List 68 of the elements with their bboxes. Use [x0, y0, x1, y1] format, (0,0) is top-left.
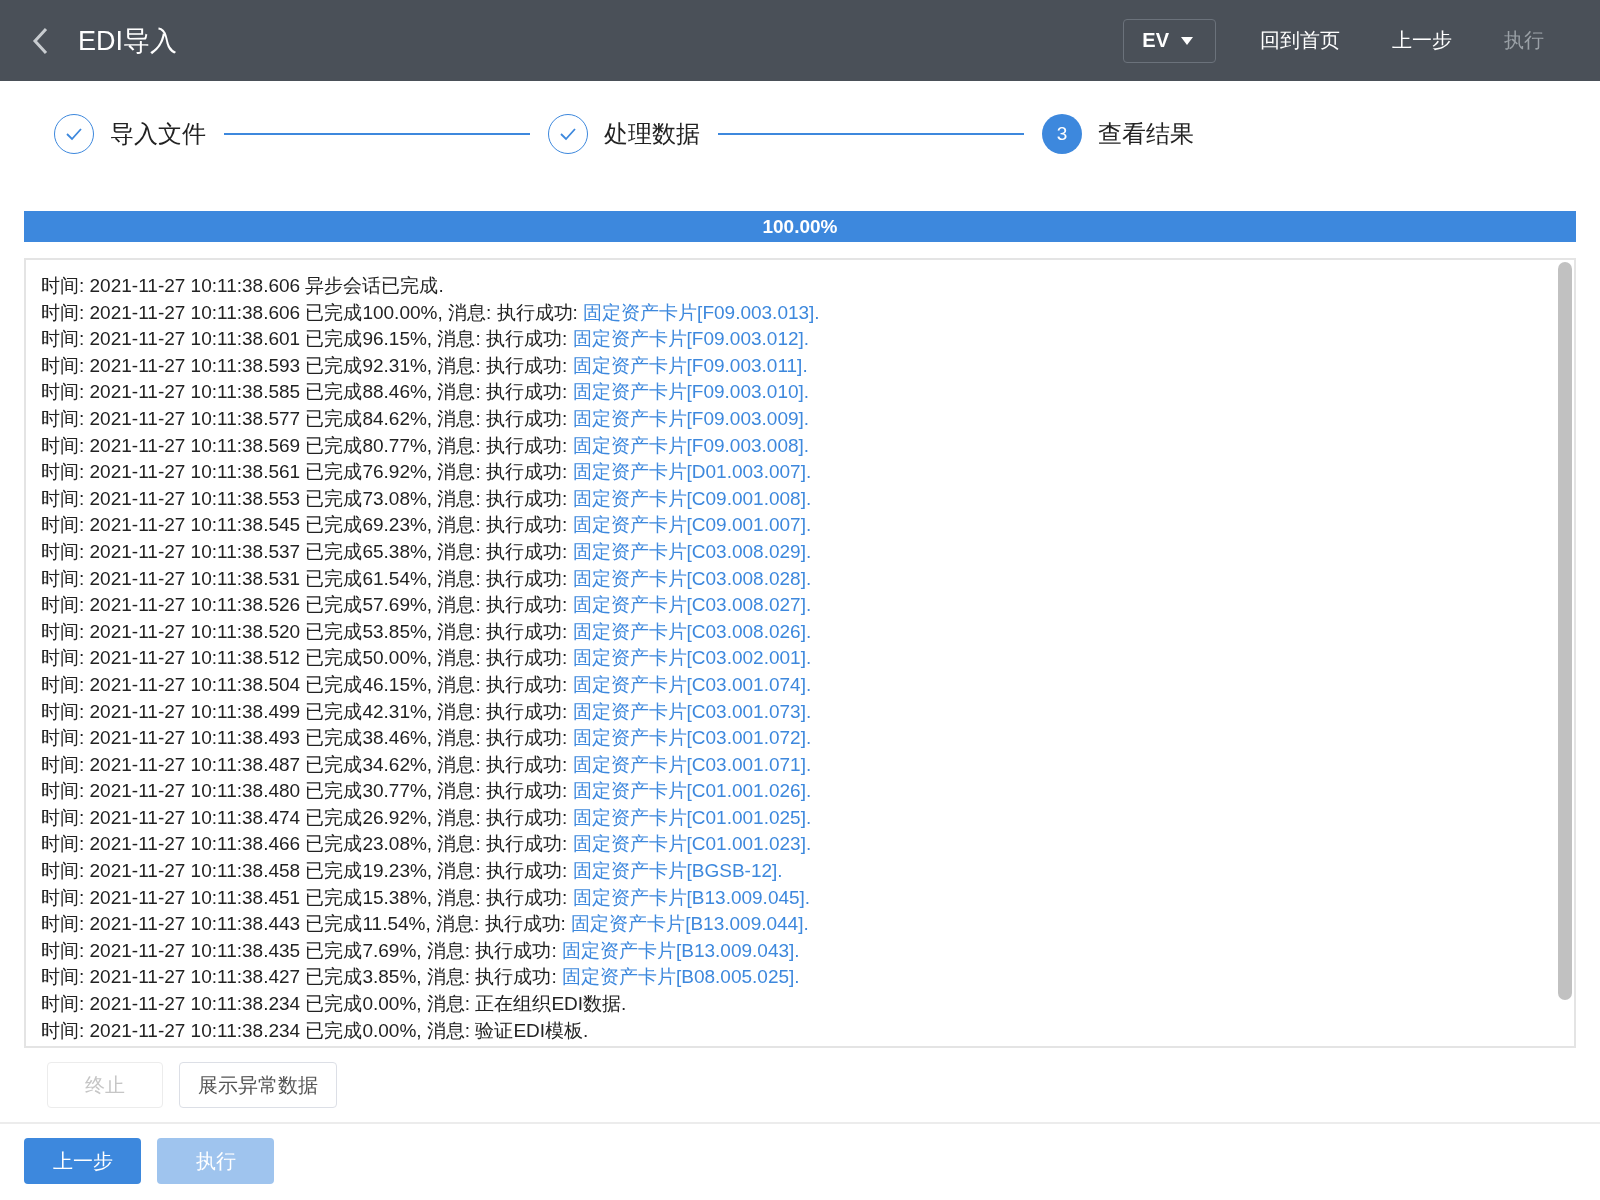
log-line: 时间: 2021-11-27 10:11:38.606 已完成100.00%, 消息: 执行成功: 固定资产卡片[F09.003.013].	[41, 300, 821, 325]
log-line: 时间: 2021-11-27 10:11:38.458 已完成19.23%, 消息: 执行成功: 固定资产卡片[BGSB-12].	[41, 859, 784, 884]
log-line: 时间: 2021-11-27 10:11:38.601 已完成96.15%, 消息: 执行成功: 固定资产卡片[F09.003.012].	[41, 327, 811, 352]
log-line: 时间: 2021-11-27 10:11:38.466 已完成23.08%, 消息: 执行成功: 固定资产卡片[C01.001.023].	[41, 832, 813, 857]
record-link[interactable]: 固定资产卡片[C03.008.028].	[572, 567, 812, 589]
record-link[interactable]: 固定资产卡片[F09.003.009].	[572, 407, 810, 429]
log-line: 时间: 2021-11-27 10:11:38.427 已完成3.85%, 消息: 执行成功: 固定资产卡片[B08.005.025].	[41, 965, 801, 990]
log-line: 时间: 2021-11-27 10:11:38.577 已完成84.62%, 消息: 执行成功: 固定资产卡片[F09.003.009].	[41, 406, 811, 431]
log-line: 时间: 2021-11-27 10:11:38.234 已完成0.00%, 消息: 验证EDI模板.	[41, 1018, 590, 1043]
record-link[interactable]: 固定资产卡片[BGSB-12].	[572, 860, 783, 882]
header-action-button[interactable]: 上一步	[1366, 27, 1478, 54]
log-line: 时间: 2021-11-27 10:11:38.585 已完成88.46%, 消息: 执行成功: 固定资产卡片[F09.003.010].	[41, 380, 811, 405]
log-line: 时间: 2021-11-27 10:11:38.553 已完成73.08%, 消息: 执行成功: 固定资产卡片[C09.001.008].	[41, 486, 813, 511]
record-link[interactable]: 固定资产卡片[F09.003.011].	[572, 354, 808, 376]
record-link[interactable]: 固定资产卡片[F09.003.008].	[572, 434, 810, 456]
log-line: 时间: 2021-11-27 10:11:38.480 已完成30.77%, 消息: 执行成功: 固定资产卡片[C01.001.026].	[41, 779, 813, 804]
progress-label: 100.00%	[761, 214, 839, 239]
record-link[interactable]: 固定资产卡片[C03.001.071].	[572, 753, 812, 775]
step-label: 查看结果	[1098, 119, 1194, 149]
log-line: 时间: 2021-11-27 10:11:38.569 已完成80.77%, 消息: 执行成功: 固定资产卡片[F09.003.008].	[41, 433, 811, 458]
log-line: 时间: 2021-11-27 10:11:38.545 已完成69.23%, 消息: 执行成功: 固定资产卡片[C09.001.007].	[41, 513, 813, 538]
record-link[interactable]: 固定资产卡片[C01.001.023].	[572, 833, 812, 855]
record-link[interactable]: 固定资产卡片[C09.001.007].	[572, 514, 812, 536]
header-action-button[interactable]: 回到首页	[1234, 27, 1366, 54]
page-title: EDI导入	[78, 24, 178, 58]
log-line: 时间: 2021-11-27 10:11:38.537 已完成65.38%, 消息: 执行成功: 固定资产卡片[C03.008.029].	[41, 539, 813, 564]
log-line: 时间: 2021-11-27 10:11:38.234 已完成0.00%, 消息: 正在组织EDI数据.	[41, 992, 628, 1017]
log-line: 时间: 2021-11-27 10:11:38.499 已完成42.31%, 消息: 执行成功: 固定资产卡片[C03.001.073].	[41, 699, 813, 724]
record-link[interactable]: 固定资产卡片[C01.001.026].	[572, 780, 812, 802]
record-link[interactable]: 固定资产卡片[B13.009.043].	[562, 939, 800, 961]
record-link[interactable]: 固定资产卡片[C03.008.026].	[572, 620, 812, 642]
log-line: 时间: 2021-11-27 10:11:38.435 已完成7.69%, 消息: 执行成功: 固定资产卡片[B13.009.043].	[41, 938, 801, 963]
record-link[interactable]: 固定资产卡片[B08.005.025].	[562, 966, 800, 988]
log-line: 时间: 2021-11-27 10:11:38.512 已完成50.00%, 消息: 执行成功: 固定资产卡片[C03.002.001].	[41, 646, 813, 671]
record-link[interactable]: 固定资产卡片[B13.009.045].	[572, 886, 811, 908]
record-link[interactable]: 固定资产卡片[C03.001.072].	[572, 727, 812, 749]
scrollbar-thumb[interactable]	[1558, 262, 1572, 1000]
step-label: 导入文件	[110, 119, 206, 149]
log-line: 时间: 2021-11-27 10:11:38.561 已完成76.92%, 消息: 执行成功: 固定资产卡片[D01.003.007].	[41, 460, 813, 485]
record-link[interactable]: 固定资产卡片[F09.003.013].	[583, 301, 820, 323]
record-link[interactable]: 固定资产卡片[B13.009.044].	[571, 913, 809, 935]
record-link[interactable]: 固定资产卡片[F09.003.010].	[572, 381, 810, 403]
log-line: 时间: 2021-11-27 10:11:38.526 已完成57.69%, 消息: 执行成功: 固定资产卡片[C03.008.027].	[41, 593, 813, 618]
record-link[interactable]: 固定资产卡片[C03.001.073].	[572, 700, 812, 722]
record-link[interactable]: 固定资产卡片[D01.003.007].	[572, 461, 812, 483]
log-line: 时间: 2021-11-27 10:11:38.451 已完成15.38%, 消息: 执行成功: 固定资产卡片[B13.009.045].	[41, 885, 812, 910]
log-line: 时间: 2021-11-27 10:11:38.606 异步会话已完成.	[41, 274, 445, 298]
log-line: 时间: 2021-11-27 10:11:38.493 已完成38.46%, 消息: 执行成功: 固定资产卡片[C03.001.072].	[41, 726, 813, 751]
record-link[interactable]: 固定资产卡片[F09.003.012].	[572, 328, 810, 350]
log-line: 时间: 2021-11-27 10:11:38.443 已完成11.54%, 消息: 执行成功: 固定资产卡片[B13.009.044].	[41, 912, 810, 937]
record-link[interactable]: 固定资产卡片[C09.001.008].	[572, 487, 812, 509]
dropdown[interactable]: EV	[1123, 18, 1216, 63]
record-link[interactable]: 固定资产卡片[C03.002.001].	[572, 647, 812, 669]
record-link[interactable]: 固定资产卡片[C01.001.025].	[572, 806, 812, 828]
record-link[interactable]: 固定资产卡片[C03.008.027].	[572, 594, 812, 616]
log-line: 时间: 2021-11-27 10:11:38.474 已完成26.92%, 消息: 执行成功: 固定资产卡片[C01.001.025].	[41, 805, 813, 830]
log-line: 时间: 2021-11-27 10:11:38.520 已完成53.85%, 消息: 执行成功: 固定资产卡片[C03.008.026].	[41, 619, 813, 644]
log-line: 时间: 2021-11-27 10:11:38.504 已完成46.15%, 消息: 执行成功: 固定资产卡片[C03.001.074].	[41, 672, 813, 697]
record-link[interactable]: 固定资产卡片[C03.008.029].	[572, 540, 812, 562]
record-link[interactable]: 固定资产卡片[C03.001.074].	[572, 673, 812, 695]
log-line: 时间: 2021-11-27 10:11:38.487 已完成34.62%, 消息: 执行成功: 固定资产卡片[C03.001.071].	[41, 752, 813, 777]
log-line: 时间: 2021-11-27 10:11:38.531 已完成61.54%, 消息: 执行成功: 固定资产卡片[C03.008.028].	[41, 566, 813, 591]
step-label: 处理数据	[604, 119, 700, 149]
log-action-button[interactable]: 展示异常数据	[179, 1062, 337, 1108]
step-number: 3	[1042, 114, 1082, 154]
caret-icon	[1181, 36, 1193, 45]
log-line: 时间: 2021-11-27 10:11:38.593 已完成92.31%, 消息: 执行成功: 固定资产卡片[F09.003.011].	[41, 353, 809, 378]
footer-button[interactable]: 上一步	[24, 1138, 141, 1184]
